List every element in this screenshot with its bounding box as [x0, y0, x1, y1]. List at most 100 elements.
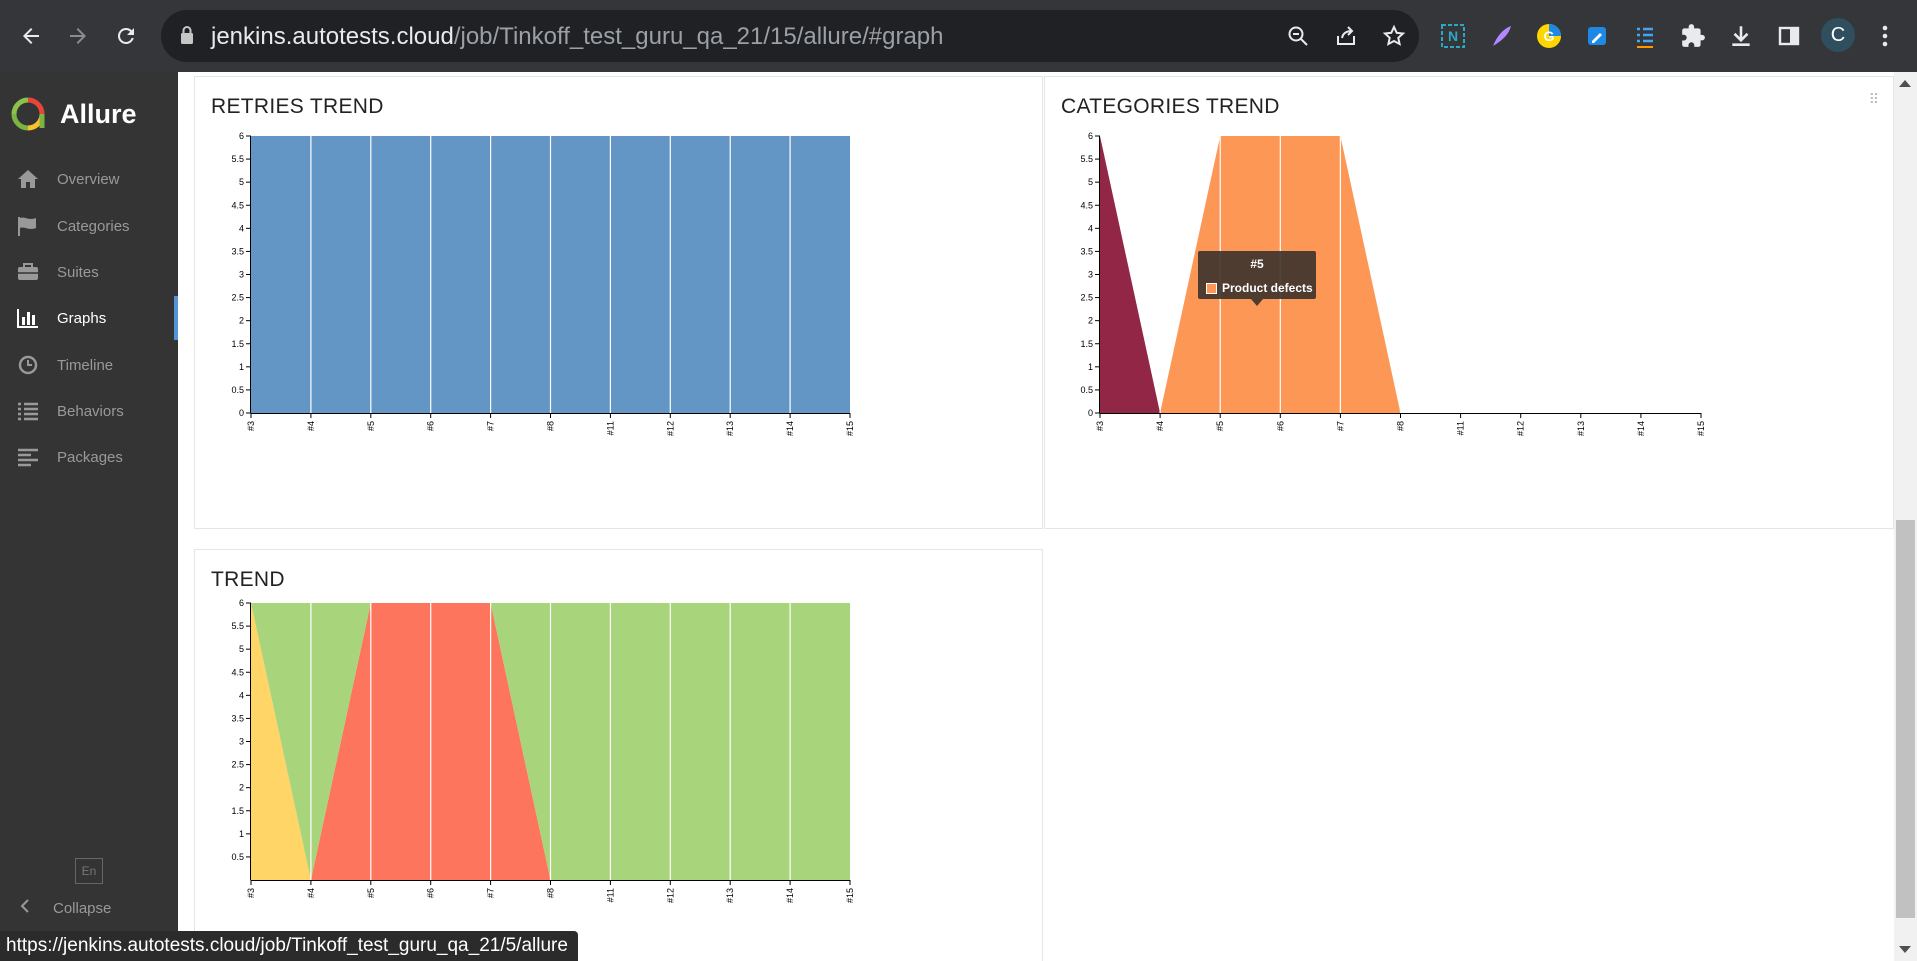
- x-tick-label: #5: [366, 421, 376, 431]
- reload-icon: [117, 27, 134, 44]
- sidebar-item-categories[interactable]: Categories: [0, 204, 178, 248]
- sidebar-item-timeline[interactable]: Timeline: [0, 343, 178, 387]
- extension-feather-icon[interactable]: [1485, 20, 1517, 52]
- plot-area: 0.5 1 1.5 2 2.5 3 3.5 4 4.5 5 5.5 6 #3 #4 #5 #6 #7 #8 #11 #…: [231, 598, 855, 903]
- sidebar-item-behaviors[interactable]: Behaviors: [0, 389, 178, 433]
- y-tick-label: 5.5: [1080, 154, 1093, 164]
- sidebar-item-label: Timeline: [57, 356, 114, 374]
- y-tick-label: 1.5: [231, 339, 244, 349]
- x-tick-label: #5: [1215, 421, 1225, 431]
- categories-trend-chart: 0 0.5 1 1.5 2 2.5 3 3.5 4 4.5 5 5.5 6 #3 #4 #5 #6 #7 #8 #11…: [1080, 131, 1706, 436]
- y-tick-label: 2.5: [231, 293, 244, 303]
- vertical-scrollbar[interactable]: [1894, 72, 1917, 961]
- extension-n-icon[interactable]: N: [1437, 20, 1469, 52]
- sidebar-item-label: Graphs: [57, 309, 107, 327]
- forward-button[interactable]: [58, 16, 98, 56]
- y-tick-label: 3: [1088, 270, 1093, 280]
- home-icon: [16, 169, 40, 189]
- brand-name: Allure: [60, 98, 137, 129]
- x-tick-label: #15: [845, 888, 855, 903]
- svg-text:N: N: [1448, 28, 1458, 44]
- y-tick-label: 3: [239, 270, 244, 280]
- tooltip-label: Product defects: [1222, 281, 1313, 295]
- align-left-icon: [16, 447, 40, 467]
- y-tick-label: 6: [239, 131, 244, 141]
- share-icon[interactable]: [1333, 23, 1359, 49]
- x-tick-label: #15: [1696, 421, 1706, 436]
- y-tick-label: 1: [239, 829, 244, 839]
- clock-icon: [16, 355, 40, 375]
- x-tick-label: #11: [605, 421, 615, 435]
- y-tick-label: 0.5: [231, 852, 244, 862]
- y-tick-label: 5.5: [231, 621, 244, 631]
- scroll-thumb[interactable]: [1896, 520, 1915, 918]
- extension-edit-icon[interactable]: [1581, 20, 1613, 52]
- collapse-button[interactable]: Collapse: [0, 892, 111, 924]
- y-tick-label: 1.5: [231, 806, 244, 816]
- bookmark-star-icon[interactable]: [1381, 23, 1407, 49]
- y-tick-label: 2: [239, 783, 244, 793]
- side-panel-icon[interactable]: [1773, 20, 1805, 52]
- y-tick-label: 3.5: [1080, 246, 1093, 256]
- chevron-left-icon: [20, 899, 34, 917]
- y-tick-label: 5.5: [231, 154, 244, 164]
- x-tick-label: #12: [665, 888, 675, 903]
- y-tick-label: 0.5: [1080, 385, 1093, 395]
- y-tick-label: 4.5: [1080, 200, 1093, 210]
- allure-logo-icon: [11, 97, 45, 131]
- zoom-icon[interactable]: [1285, 23, 1311, 49]
- tooltip-title: #5: [1250, 257, 1264, 271]
- sidebar-item-overview[interactable]: Overview: [0, 157, 178, 201]
- tooltip-row: Product defects: [1206, 281, 1313, 295]
- language-selector[interactable]: En: [75, 858, 103, 884]
- x-tick-label: #7: [486, 888, 496, 898]
- flag-icon: [16, 216, 40, 236]
- y-tick-label: 4: [239, 223, 244, 233]
- y-tick-label: 0: [1088, 408, 1093, 418]
- lock-icon: [181, 26, 193, 44]
- y-tick-label: 5: [239, 177, 244, 187]
- x-tick-label: #14: [785, 421, 795, 436]
- x-tick-label: #12: [1516, 421, 1526, 436]
- y-tick-label: 0.5: [231, 385, 244, 395]
- y-tick-label: 5: [1088, 177, 1093, 187]
- sidebar-item-label: Behaviors: [57, 402, 124, 420]
- extension-google-icon[interactable]: G: [1533, 20, 1565, 52]
- address-bar[interactable]: jenkins.autotests.cloud/job/Tinkoff_test…: [161, 10, 1419, 62]
- extensions-puzzle-icon[interactable]: [1677, 20, 1709, 52]
- svg-text:G: G: [1544, 28, 1555, 44]
- y-tick-label: 2: [1088, 316, 1093, 326]
- sidebar-item-graphs[interactable]: Graphs: [0, 296, 178, 340]
- y-tick-label: 6: [1088, 131, 1093, 141]
- profile-avatar[interactable]: C: [1821, 18, 1855, 52]
- plot-area: 0 0.5 1 1.5 2 2.5 3 3.5 4 4.5 5 5.5 6 #3 #4 #5 #6 #7 #8 #11…: [1080, 131, 1706, 436]
- scroll-down-arrow-icon[interactable]: [1899, 946, 1911, 953]
- sidebar-item-packages[interactable]: Packages: [0, 435, 178, 479]
- reload-button[interactable]: [106, 16, 146, 56]
- arrow-left-icon: [23, 28, 39, 44]
- retries-trend-chart: 0 0.5 1 1.5 2 2.5 3 3.5 4 4.5 5 5.5 6 #3 #4 #5 #6 #7 #8 #11…: [231, 131, 855, 436]
- x-tick-label: #3: [1095, 421, 1105, 431]
- y-tick-label: 5: [239, 644, 244, 654]
- link-status-bar: https://jenkins.autotests.cloud/job/Tink…: [0, 931, 578, 961]
- back-button[interactable]: [11, 16, 51, 56]
- trend-chart: 0.5 1 1.5 2 2.5 3 3.5 4 4.5 5 5.5 6 #3 #4 #5 #6 #7 #8 #11 #…: [231, 598, 855, 903]
- extension-list-icon[interactable]: [1629, 20, 1661, 52]
- list-icon: [16, 401, 40, 421]
- brand[interactable]: Allure: [10, 88, 137, 140]
- scroll-up-arrow-icon[interactable]: [1899, 80, 1911, 87]
- x-tick-label: #8: [546, 888, 556, 898]
- kebab-menu-icon[interactable]: [1869, 20, 1901, 52]
- x-tick-label: #4: [306, 888, 316, 898]
- sidebar-item-suites[interactable]: Suites: [0, 250, 178, 294]
- x-tick-label: #8: [1396, 421, 1406, 431]
- sidebar-item-label: Suites: [57, 263, 99, 281]
- download-icon[interactable]: [1725, 20, 1757, 52]
- plot-area: 0 0.5 1 1.5 2 2.5 3 3.5 4 4.5 5 5.5 6 #3 #4 #5 #6 #7 #8 #11…: [231, 131, 855, 436]
- y-tick-label: 4.5: [231, 200, 244, 210]
- tooltip-swatch: [1206, 282, 1217, 294]
- x-tick-label: #14: [1636, 421, 1646, 436]
- y-tick-label: 2.5: [231, 760, 244, 770]
- trend-widget: TREND 0.5 1 1.5 2 2.5 3 3.5 4 4.5 5 5.5 6 #3 #4 #5 #6 #7…: [194, 549, 1043, 961]
- x-tick-label: #12: [665, 421, 675, 436]
